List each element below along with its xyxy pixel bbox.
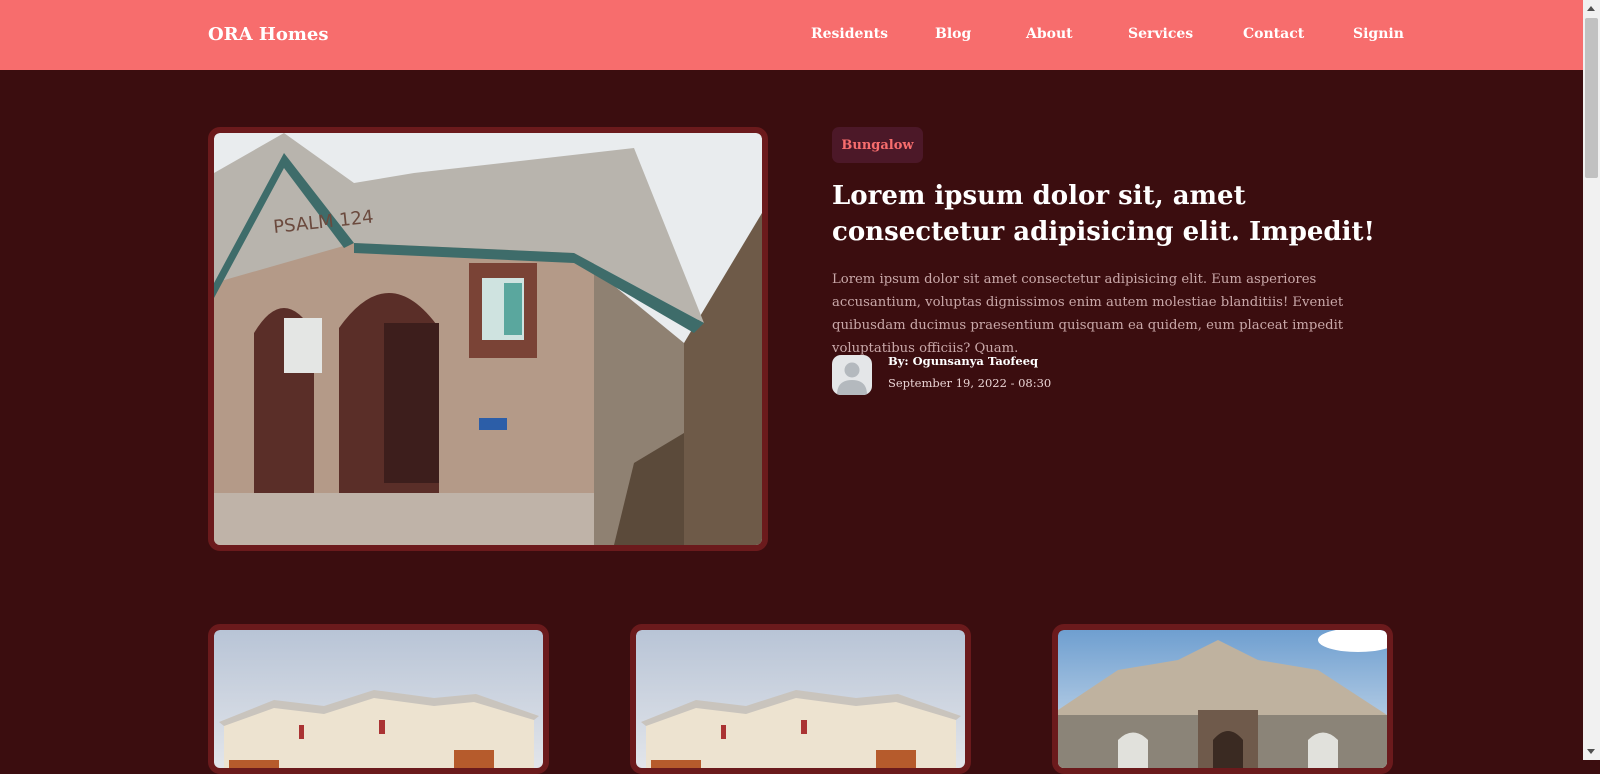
- apartment-photo: [214, 630, 543, 768]
- nav-link-signin[interactable]: Signin: [1353, 26, 1404, 46]
- author-avatar: [832, 355, 872, 395]
- person-icon: [837, 362, 867, 395]
- scroll-down-arrow-icon[interactable]: [1587, 749, 1595, 754]
- post-date: September 19, 2022 - 08:30: [888, 376, 1052, 390]
- property-card-3[interactable]: [1052, 624, 1393, 774]
- brand-logo[interactable]: ORA Homes: [208, 24, 329, 45]
- scrollbar-thumb[interactable]: [1585, 18, 1598, 178]
- author-name: By: Ogunsanya Taofeeq: [888, 354, 1039, 368]
- property-card-1[interactable]: [208, 624, 549, 774]
- apartment-photo: [636, 630, 965, 768]
- nav-link-residents[interactable]: Residents: [811, 26, 888, 46]
- article-excerpt: Lorem ipsum dolor sit amet consectetur a…: [832, 272, 1344, 356]
- property-card-2[interactable]: [630, 624, 971, 774]
- nav-link-services[interactable]: Services: [1128, 26, 1193, 46]
- page-scrollbar[interactable]: [1583, 0, 1600, 760]
- top-navbar: ORA Homes Residents Blog About Services …: [0, 0, 1583, 70]
- scroll-up-arrow-icon[interactable]: [1587, 6, 1595, 11]
- article-title[interactable]: Lorem ipsum dolor sit, amet consectetur …: [832, 178, 1392, 250]
- nav-link-blog[interactable]: Blog: [935, 26, 971, 46]
- house-photo: [1058, 630, 1387, 768]
- nav-link-contact[interactable]: Contact: [1243, 26, 1304, 46]
- bungalow-photo: PSALM 124: [214, 133, 762, 545]
- category-badge[interactable]: Bungalow: [832, 127, 923, 163]
- featured-image[interactable]: PSALM 124: [208, 127, 768, 551]
- nav-link-about[interactable]: About: [1026, 26, 1073, 46]
